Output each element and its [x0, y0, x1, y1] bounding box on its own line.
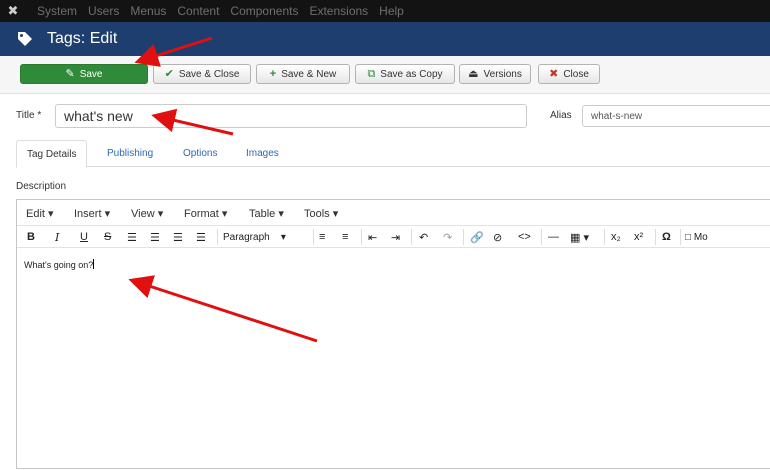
editor-menu-format[interactable]: Format ▾: [184, 207, 227, 220]
alias-input[interactable]: what-s-new: [582, 105, 770, 127]
save-close-button[interactable]: ✔ Save & Close: [153, 64, 251, 84]
tab-images[interactable]: Images: [236, 140, 289, 167]
page-title: Tags: Edit: [47, 30, 118, 47]
bullet-list-icon[interactable]: ≡: [319, 229, 325, 245]
edit-icon: ✎: [65, 67, 75, 80]
alias-label: Alias: [550, 110, 572, 121]
toolbar-separator: [680, 229, 681, 245]
copy-icon: ⧉: [367, 67, 376, 80]
save-as-copy-button[interactable]: ⧉ Save as Copy: [355, 64, 455, 84]
save-copy-label: Save as Copy: [380, 68, 443, 80]
versions-label: Versions: [483, 68, 522, 80]
editor-text: What's going on?: [24, 260, 94, 270]
eject-icon: ⏏: [468, 67, 479, 80]
align-justify-icon[interactable]: ☰: [196, 229, 206, 245]
page-header: Tags: Edit: [0, 22, 770, 56]
tag-icon: [18, 32, 32, 46]
align-center-icon[interactable]: ☰: [150, 229, 160, 245]
title-input[interactable]: what's new: [55, 104, 527, 128]
toolbar-separator: [313, 229, 314, 245]
menu-extensions[interactable]: Extensions: [309, 4, 368, 18]
description-label: Description: [16, 181, 67, 192]
menu-users[interactable]: Users: [88, 4, 119, 18]
numbered-list-icon[interactable]: ≡: [342, 229, 348, 245]
description-editor: Edit ▾ Insert ▾ View ▾ Format ▾ Table ▾ …: [16, 199, 770, 469]
close-label: Close: [563, 68, 589, 80]
toolbar-separator: [604, 229, 605, 245]
toolbar-separator: [655, 229, 656, 245]
underline-icon[interactable]: U: [80, 229, 88, 245]
source-code-icon[interactable]: <>: [518, 229, 531, 245]
align-right-icon[interactable]: ☰: [173, 229, 183, 245]
text-cursor: [93, 259, 95, 269]
outdent-icon[interactable]: ⇤: [368, 229, 377, 245]
menu-components[interactable]: Components: [230, 4, 298, 18]
link-icon[interactable]: 🔗: [470, 229, 484, 245]
tab-options[interactable]: Options: [173, 140, 227, 167]
bold-icon[interactable]: B: [27, 229, 35, 245]
save-new-button[interactable]: + Save & New: [256, 64, 350, 84]
tab-bar: Tag Details Publishing Options Images: [16, 140, 770, 168]
save-close-label: Save & Close: [178, 68, 240, 80]
toolbar-separator: [463, 229, 464, 245]
tab-publishing[interactable]: Publishing: [97, 140, 163, 167]
unlink-icon[interactable]: ⊘: [493, 229, 502, 245]
versions-button[interactable]: ⏏ Versions: [459, 64, 531, 84]
plus-icon: +: [269, 67, 277, 80]
superscript-icon[interactable]: x²: [634, 229, 643, 245]
redo-icon[interactable]: ↷: [443, 229, 452, 245]
table-icon[interactable]: ▦ ▾: [570, 229, 589, 245]
menu-system[interactable]: System: [37, 4, 77, 18]
editor-menubar: Edit ▾ Insert ▾ View ▾ Format ▾ Table ▾ …: [17, 200, 770, 226]
editor-content-area[interactable]: What's going on?: [17, 248, 770, 470]
indent-icon[interactable]: ⇥: [391, 229, 400, 245]
close-button[interactable]: ✖ Close: [538, 64, 600, 84]
toolbar-separator: [217, 229, 218, 245]
menu-menus[interactable]: Menus: [130, 4, 166, 18]
align-left-icon[interactable]: ☰: [127, 229, 137, 245]
more-button[interactable]: □ Mo: [685, 229, 708, 245]
subscript-icon[interactable]: x₂: [611, 229, 621, 245]
title-label: Title *: [16, 110, 42, 121]
toolbar: ✎ Save ✔ Save & Close + Save & New ⧉ Sav…: [0, 56, 770, 94]
cancel-icon: ✖: [549, 67, 559, 80]
toolbar-separator: [541, 229, 542, 245]
save-button-label: Save: [79, 68, 103, 80]
check-icon: ✔: [164, 67, 174, 80]
editor-menu-table[interactable]: Table ▾: [249, 207, 284, 220]
menu-help[interactable]: Help: [379, 4, 404, 18]
italic-icon[interactable]: I: [55, 229, 59, 245]
page-icon: □: [685, 231, 692, 243]
toolbar-separator: [361, 229, 362, 245]
editor-menu-insert[interactable]: Insert ▾: [74, 207, 110, 220]
save-button[interactable]: ✎ Save: [20, 64, 148, 84]
menu-content[interactable]: Content: [177, 4, 219, 18]
special-char-icon[interactable]: Ω: [662, 229, 671, 245]
toolbar-separator: [411, 229, 412, 245]
horizontal-rule-icon[interactable]: —: [548, 229, 559, 245]
save-new-label: Save & New: [281, 68, 337, 80]
editor-format-toolbar: B I U S ☰ ☰ ☰ ☰ Paragraph ▾ ≡ ≡ ⇤ ⇥ ↶ ↷ …: [17, 226, 770, 248]
undo-icon[interactable]: ↶: [419, 229, 428, 245]
tab-tag-details[interactable]: Tag Details: [16, 140, 88, 168]
editor-menu-view[interactable]: View ▾: [131, 207, 163, 220]
joomla-logo-icon[interactable]: ✖: [0, 0, 26, 22]
editor-menu-edit[interactable]: Edit ▾: [26, 207, 54, 220]
editor-menu-tools[interactable]: Tools ▾: [304, 207, 338, 220]
strikethrough-icon[interactable]: S: [104, 229, 111, 245]
admin-top-menu: ✖ System Users Menus Content Components …: [0, 0, 770, 22]
paragraph-format-select[interactable]: Paragraph ▾: [223, 229, 286, 245]
